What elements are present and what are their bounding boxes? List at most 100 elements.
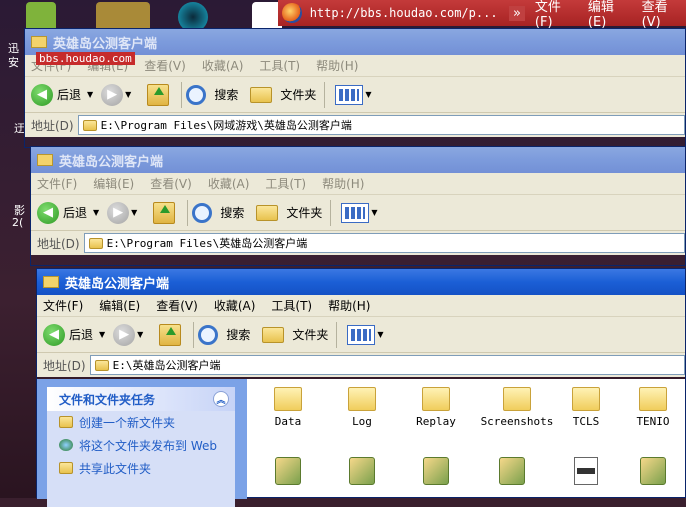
menu-favorites[interactable]: 收藏(A) [208,175,250,192]
menu-tools[interactable]: 工具(T) [265,175,306,192]
address-bar: 地址(D) E:\英雄岛公测客户端 [37,353,685,377]
search-button[interactable]: 搜索 [226,326,250,343]
folder-name: Log [352,415,372,428]
menu-tools[interactable]: 工具(T) [271,297,312,314]
folder-name: Replay [416,415,456,428]
views-icon[interactable] [341,202,370,223]
up-folder-icon[interactable] [159,323,182,346]
address-input[interactable]: E:\Program Files\网域游戏\英雄岛公测客户端 [77,115,685,135]
menu-view[interactable]: 查看(V) [156,297,198,314]
chevron-down-icon[interactable]: ▼ [137,330,143,339]
toolbar: ◀ 后退 ▼ ▶ ▼ 搜索 文件夹 ▼ [25,77,685,113]
menu-bar: 文件(F) 编辑(E) 查看(V) 收藏(A) 工具(T) 帮助(H) [37,295,685,317]
menu-help[interactable]: 帮助(H) [322,175,364,192]
folders-button[interactable]: 文件夹 [286,204,322,221]
search-icon[interactable] [192,202,213,223]
folder-icon [31,36,47,48]
search-button[interactable]: 搜索 [220,204,244,221]
folders-icon[interactable] [250,86,273,103]
folder-item[interactable]: Data [253,387,323,428]
file-item[interactable] [477,457,547,489]
forward-arrow-icon[interactable]: ▶ [101,83,124,106]
forward-arrow-icon[interactable]: ▶ [107,201,130,224]
menu-file[interactable]: 文件(F) [43,297,83,314]
folder-item[interactable]: Log [327,387,397,428]
browser-url[interactable]: http://bbs.houdao.com/p... [310,6,495,20]
address-path: E:\Program Files\英雄岛公测客户端 [106,237,308,250]
file-item[interactable] [253,457,323,489]
explorer-window-2[interactable]: 英雄岛公测客户端 文件(F) 编辑(E) 查看(V) 收藏(A) 工具(T) 帮… [30,146,686,266]
window-titlebar[interactable]: 英雄岛公测客户端 [37,269,685,295]
menu-file[interactable]: 文件(F) [37,175,77,192]
up-folder-icon[interactable] [147,83,170,106]
collapse-icon[interactable]: ︽ [213,391,229,407]
task-share-folder[interactable]: 共享此文件夹 [47,457,235,480]
folders-button[interactable]: 文件夹 [280,86,316,103]
chevron-down-icon[interactable]: ▼ [377,330,383,339]
folder-icon [82,119,97,131]
explorer-window-1[interactable]: 英雄岛公测客户端 文件(F) 编辑(E) 查看(V) 收藏(A) 工具(T) 帮… [24,28,686,148]
up-folder-icon[interactable] [153,201,176,224]
window-titlebar[interactable]: 英雄岛公测客户端 [31,147,685,173]
menu-favorites[interactable]: 收藏(A) [214,297,256,314]
file-item[interactable] [401,457,471,489]
folders-icon[interactable] [262,326,285,343]
back-button[interactable]: 后退 [69,326,93,343]
views-icon[interactable] [335,84,364,105]
back-button[interactable]: 后退 [63,204,87,221]
forward-arrow-icon[interactable]: ▶ [113,323,136,346]
window-title: 英雄岛公测客户端 [65,276,170,292]
folder-item[interactable]: Replay [401,387,471,428]
folder-icon [37,154,53,166]
chevron-down-icon[interactable]: ▼ [365,90,371,99]
search-button[interactable]: 搜索 [214,86,238,103]
folder-item[interactable]: TENIO [625,387,681,428]
back-button[interactable]: 后退 [57,86,81,103]
folders-button[interactable]: 文件夹 [292,326,328,343]
search-icon[interactable] [186,84,207,105]
menu-tools[interactable]: 工具(T) [259,57,300,74]
application-icon [499,457,525,485]
back-arrow-icon[interactable]: ◀ [31,83,53,106]
menu-edit[interactable]: 编辑(E) [93,175,134,192]
chevron-down-icon[interactable]: ▼ [93,208,99,217]
menu-help[interactable]: 帮助(H) [316,57,358,74]
task-label: 共享此文件夹 [79,462,152,476]
file-item[interactable] [551,457,621,489]
views-icon[interactable] [347,324,376,345]
browser-menu-file[interactable]: 文件(F) [535,0,578,30]
chevron-down-icon[interactable]: ▼ [125,90,131,99]
chevron-down-icon[interactable]: ▼ [131,208,137,217]
chevron-down-icon[interactable]: ▼ [99,330,105,339]
address-input[interactable]: E:\英雄岛公测客户端 [89,355,685,375]
menu-edit[interactable]: 编辑(E) [99,297,140,314]
back-arrow-icon[interactable]: ◀ [43,323,65,346]
browser-menu-edit[interactable]: 编辑(E) [588,0,632,30]
address-input[interactable]: E:\Program Files\英雄岛公测客户端 [83,233,685,253]
file-item[interactable] [625,457,681,489]
task-publish-web[interactable]: 将这个文件夹发布到 Web [47,434,235,457]
more-chevron-icon[interactable]: » [508,5,525,21]
menu-favorites[interactable]: 收藏(A) [202,57,244,74]
globe-icon [59,439,73,451]
chevron-down-icon[interactable]: ▼ [87,90,93,99]
menu-view[interactable]: 查看(V) [150,175,192,192]
folder-item[interactable]: TCLS [551,387,621,428]
task-new-folder[interactable]: 创建一个新文件夹 [47,411,235,434]
address-path: E:\Program Files\网域游戏\英雄岛公测客户端 [100,119,352,132]
menu-view[interactable]: 查看(V) [144,57,186,74]
browser-menu-view[interactable]: 查看(V) [642,0,686,30]
menu-help[interactable]: 帮助(H) [328,297,370,314]
panel-title: 文件和文件夹任务 [59,392,156,407]
application-icon [423,457,449,485]
browser-titlebar[interactable]: http://bbs.houdao.com/p... » 文件(F) 编辑(E)… [278,0,686,30]
explorer-window-3[interactable]: 英雄岛公测客户端 文件(F) 编辑(E) 查看(V) 收藏(A) 工具(T) 帮… [36,268,686,507]
file-item[interactable] [327,457,397,489]
back-arrow-icon[interactable]: ◀ [37,201,59,224]
folders-icon[interactable] [256,204,279,221]
folder-item[interactable]: Screenshots [475,387,559,428]
chevron-down-icon[interactable]: ▼ [371,208,377,217]
task-label: 将这个文件夹发布到 Web [79,439,217,453]
panel-header[interactable]: 文件和文件夹任务 ︽ [47,387,235,411]
search-icon[interactable] [198,324,219,345]
